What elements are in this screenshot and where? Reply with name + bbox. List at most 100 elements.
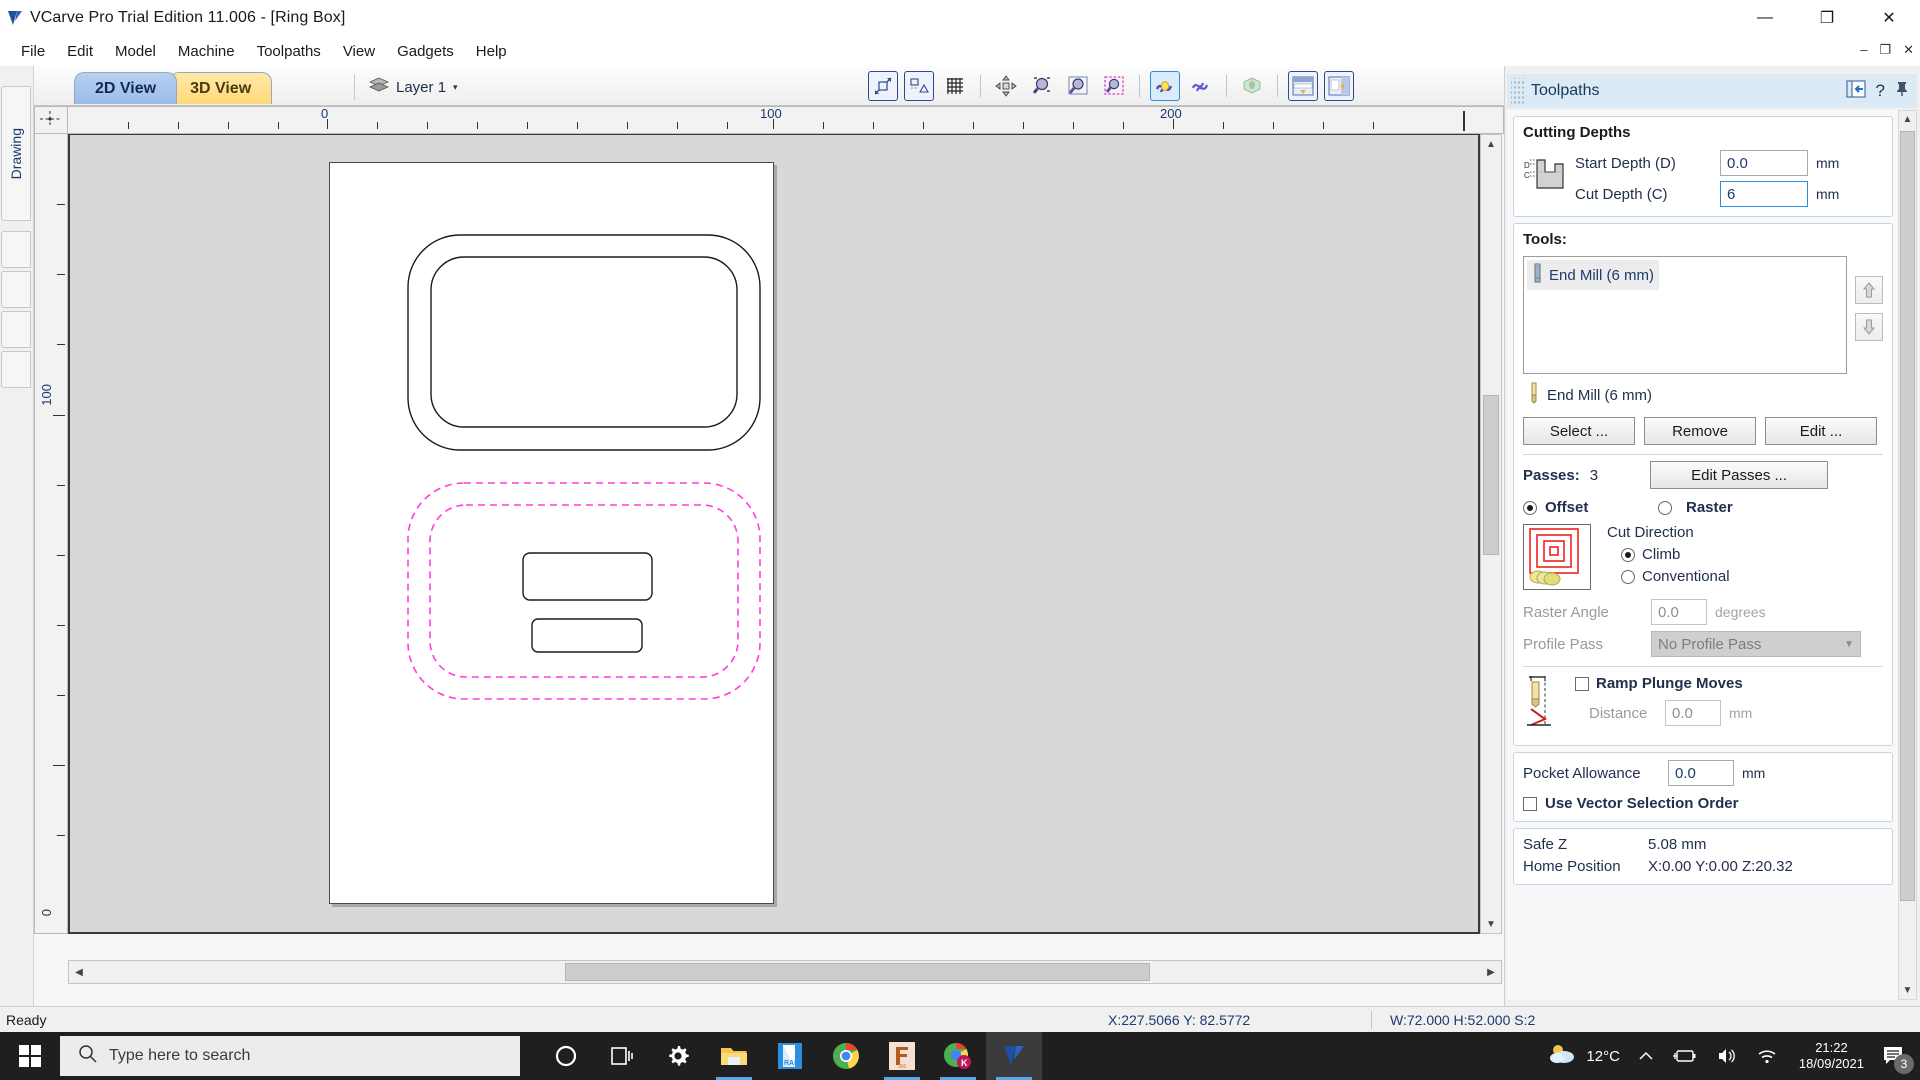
pocket-allowance-input[interactable] [1668, 760, 1734, 786]
menu-machine[interactable]: Machine [167, 39, 246, 64]
windows-start-icon[interactable] [0, 1032, 60, 1080]
align-objects-icon[interactable] [904, 71, 934, 101]
sidebar-tab-stub-1[interactable] [1, 231, 31, 268]
menu-help[interactable]: Help [465, 39, 518, 64]
maximize-button[interactable]: ❐ [1796, 0, 1858, 36]
taskbar-fusion360-icon[interactable]: 360 [874, 1032, 930, 1080]
grid-snap-icon[interactable] [940, 71, 970, 101]
cut-depth-input[interactable] [1720, 181, 1808, 207]
ramp-plunge-checkbox[interactable] [1575, 676, 1589, 691]
canvas-vertical-scrollbar[interactable]: ▲ ▼ [1480, 134, 1502, 934]
weather-widget[interactable]: 12°C [1539, 1032, 1629, 1080]
remove-tool-button[interactable]: Remove [1644, 417, 1756, 445]
zoom-window-icon[interactable] [1027, 71, 1057, 101]
clock-date: 18/09/2021 [1798, 1056, 1864, 1071]
cut-depth-unit: mm [1816, 186, 1840, 202]
taskbar-vcarve-icon[interactable] [986, 1032, 1042, 1080]
sidebar-tab-stub-4[interactable] [1, 351, 31, 388]
menu-view[interactable]: View [332, 39, 386, 64]
toolpath-preview-icon[interactable] [1186, 71, 1216, 101]
menu-toolpaths[interactable]: Toolpaths [246, 39, 332, 64]
chevron-down-icon[interactable]: ▾ [453, 82, 458, 93]
tool-list-item[interactable]: End Mill (6 mm) [1527, 260, 1660, 290]
raster-angle-input[interactable] [1651, 599, 1707, 625]
taskbar-chrome-icon[interactable] [818, 1032, 874, 1080]
toggle-toolpath-icon[interactable] [1150, 71, 1180, 101]
sidebar-tab-drawing[interactable]: Drawing [1, 86, 31, 221]
panel-scroll-up-icon[interactable]: ▲ [1899, 111, 1916, 128]
scale-object-icon[interactable] [868, 71, 898, 101]
menu-model[interactable]: Model [104, 39, 167, 64]
panel-header-icons: ? [1846, 80, 1909, 103]
design-canvas[interactable] [68, 134, 1480, 934]
mdi-close-button[interactable]: ✕ [1903, 42, 1914, 58]
vertical-ruler[interactable]: 100 0 [34, 134, 68, 934]
panel-grip-icon[interactable] [1511, 78, 1525, 104]
panel-scroll-thumb[interactable] [1900, 131, 1915, 901]
offset-radio[interactable] [1523, 500, 1537, 515]
taskbar-settings-gear-icon[interactable] [650, 1032, 706, 1080]
tab-2d-view[interactable]: 2D View [74, 72, 178, 104]
move-tool-down-button[interactable] [1855, 313, 1883, 341]
notifications-icon[interactable]: 3 [1876, 1032, 1920, 1080]
raster-angle-unit: degrees [1715, 604, 1766, 620]
mdi-restore-button[interactable]: ❐ [1879, 42, 1891, 58]
profile-pass-select[interactable]: No Profile Pass ▼ [1651, 631, 1861, 657]
chevron-up-icon[interactable] [1629, 1032, 1663, 1080]
use-vector-order-checkbox[interactable] [1523, 796, 1537, 811]
climb-radio[interactable] [1621, 547, 1635, 562]
scroll-left-icon[interactable]: ◀ [69, 961, 89, 983]
select-tool-button[interactable]: Select ... [1523, 417, 1635, 445]
panel-bottom-icon[interactable] [1288, 71, 1318, 101]
zoom-extents-icon[interactable] [1063, 71, 1093, 101]
taskbar-task-view-icon[interactable] [594, 1032, 650, 1080]
sidebar-tab-stub-3[interactable] [1, 311, 31, 348]
battery-charging-icon[interactable] [1663, 1032, 1707, 1080]
taskbar-file-explorer-icon[interactable] [706, 1032, 762, 1080]
horizontal-ruler[interactable]: 0 100 200 [68, 106, 1504, 134]
wifi-icon[interactable] [1747, 1032, 1787, 1080]
edit-tool-button[interactable]: Edit ... [1765, 417, 1877, 445]
raster-radio[interactable] [1658, 500, 1672, 515]
search-input[interactable]: Type here to search [60, 1036, 520, 1076]
scroll-down-icon[interactable]: ▼ [1481, 915, 1501, 933]
canvas-horizontal-scrollbar[interactable]: ◀ ▶ [68, 960, 1502, 984]
panel-right-icon[interactable] [1324, 71, 1354, 101]
taskbar-cortana-icon[interactable] [538, 1032, 594, 1080]
edit-passes-button[interactable]: Edit Passes ... [1650, 461, 1829, 489]
toolbar-separator-2 [1139, 75, 1140, 97]
tab-3d-view[interactable]: 3D View [169, 72, 273, 104]
menu-edit[interactable]: Edit [56, 39, 104, 64]
close-button[interactable]: ✕ [1858, 0, 1920, 36]
mdi-minimize-button[interactable]: – [1860, 42, 1867, 58]
menu-file[interactable]: File [10, 39, 56, 64]
speaker-icon[interactable] [1707, 1032, 1747, 1080]
move-tool-up-button[interactable] [1855, 276, 1883, 304]
taskbar-winrar-icon[interactable]: RAR [762, 1032, 818, 1080]
ramp-distance-input[interactable] [1665, 700, 1721, 726]
passes-label: Passes: [1523, 466, 1580, 484]
conventional-radio[interactable] [1621, 569, 1635, 584]
panel-scrollbar[interactable]: ▲ ▼ [1898, 110, 1917, 1000]
pin-icon[interactable] [1895, 81, 1909, 102]
sidebar-tab-stub-2[interactable] [1, 271, 31, 308]
endmill-bit-icon [1529, 382, 1539, 409]
vscroll-thumb[interactable] [1483, 395, 1499, 555]
panel-scroll-down-icon[interactable]: ▼ [1899, 982, 1916, 999]
help-icon[interactable]: ? [1876, 81, 1885, 101]
scroll-right-icon[interactable]: ▶ [1481, 961, 1501, 983]
taskbar-kiwi-browser-icon[interactable]: K [930, 1032, 986, 1080]
menu-gadgets[interactable]: Gadgets [386, 39, 465, 64]
ruler-corner[interactable] [34, 106, 68, 134]
taskbar-clock[interactable]: 21:22 18/09/2021 [1787, 1040, 1876, 1072]
3d-model-icon[interactable] [1237, 71, 1267, 101]
tools-listbox[interactable]: End Mill (6 mm) [1523, 256, 1847, 374]
minimize-button[interactable]: — [1734, 0, 1796, 36]
start-depth-input[interactable] [1720, 150, 1808, 176]
scroll-up-icon[interactable]: ▲ [1481, 135, 1501, 153]
dock-left-icon[interactable] [1846, 80, 1866, 103]
zoom-selection-icon[interactable] [1099, 71, 1129, 101]
pan-view-icon[interactable] [991, 71, 1021, 101]
hscroll-thumb[interactable] [565, 963, 1150, 981]
layer-selector[interactable]: Layer 1 ▾ [354, 74, 458, 100]
